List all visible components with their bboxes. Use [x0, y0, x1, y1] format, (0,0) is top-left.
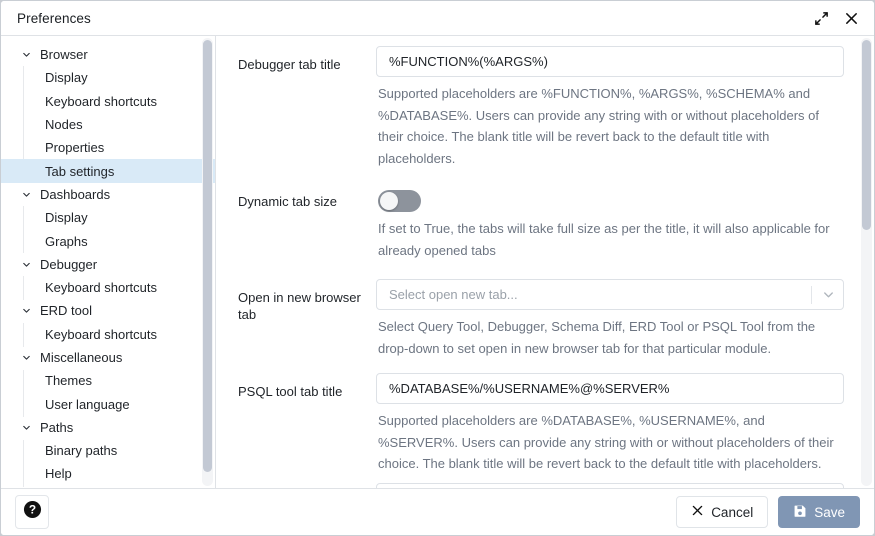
- field-query-tool-tab-title: Query tool tab title %DATABASE%/%USERNAM…: [226, 483, 844, 489]
- dynamic-tab-size-label: Dynamic tab size: [226, 183, 376, 210]
- sidebar-item-keyboard-shortcuts[interactable]: Keyboard shortcuts: [1, 90, 215, 113]
- sidebar-item-label: Debugger: [40, 257, 97, 272]
- dialog-title: Preferences: [17, 11, 806, 26]
- query-tool-tab-title-label: Query tool tab title: [226, 483, 376, 489]
- sidebar-item-display[interactable]: Display: [1, 66, 215, 89]
- cancel-button[interactable]: Cancel: [676, 496, 768, 528]
- dialog-titlebar: Preferences: [1, 1, 874, 36]
- cancel-button-label: Cancel: [711, 505, 753, 520]
- sidebar-item-label: Paths: [40, 420, 73, 435]
- sidebar-item-label: Properties: [45, 140, 104, 155]
- sidebar-item-dashboards[interactable]: Dashboards: [1, 183, 215, 206]
- sidebar-item-label: Binary paths: [45, 443, 117, 458]
- chevron-down-icon[interactable]: [813, 280, 843, 309]
- chevron-down-icon[interactable]: [18, 350, 34, 366]
- dialog-footer: ? Cancel Save: [1, 488, 874, 535]
- sidebar-item-display[interactable]: Display: [1, 206, 215, 229]
- open-in-new-browser-tab-help: Select Query Tool, Debugger, Schema Diff…: [376, 310, 844, 359]
- sidebar-item-label: User language: [45, 397, 130, 412]
- sidebar-item-help[interactable]: Help: [1, 462, 215, 485]
- psql-tool-tab-title-input[interactable]: %DATABASE%/%USERNAME%@%SERVER%: [376, 373, 844, 404]
- help-button[interactable]: ?: [15, 495, 49, 529]
- sidebar-item-label: Browser: [40, 47, 88, 62]
- sidebar-scrollbar[interactable]: [202, 38, 213, 486]
- sidebar-item-nodes[interactable]: Nodes: [1, 113, 215, 136]
- save-disk-icon: [793, 504, 807, 521]
- chevron-down-icon[interactable]: [18, 47, 34, 63]
- psql-tool-tab-title-label: PSQL tool tab title: [226, 373, 376, 400]
- open-in-new-browser-tab-label: Open in new browser tab: [226, 279, 376, 323]
- field-open-in-new-browser-tab: Open in new browser tab Select open new …: [226, 279, 844, 359]
- sidebar-item-label: Tab settings: [45, 164, 114, 179]
- sidebar-item-label: Dashboards: [40, 187, 110, 202]
- sidebar-scrollbar-thumb[interactable]: [203, 40, 212, 472]
- sidebar-item-label: Help: [45, 466, 72, 481]
- open-in-new-browser-tab-placeholder: Select open new tab...: [389, 287, 811, 302]
- field-psql-tool-tab-title: PSQL tool tab title %DATABASE%/%USERNAME…: [226, 373, 844, 475]
- field-dynamic-tab-size: Dynamic tab size If set to True, the tab…: [226, 183, 844, 261]
- main-scrollbar-thumb[interactable]: [862, 40, 871, 230]
- toggle-knob: [380, 192, 398, 210]
- select-separator: [811, 286, 812, 304]
- close-icon: [691, 504, 704, 520]
- preferences-dialog: Preferences Browser Display Keyboard short…: [0, 0, 875, 536]
- open-in-new-browser-tab-select[interactable]: Select open new tab...: [376, 279, 844, 310]
- chevron-down-icon[interactable]: [18, 419, 34, 435]
- chevron-down-icon[interactable]: [18, 303, 34, 319]
- expand-diagonal-icon[interactable]: [806, 5, 836, 31]
- save-button-label: Save: [814, 505, 845, 520]
- sidebar-item-browser[interactable]: Browser: [1, 43, 215, 66]
- sidebar-item-paths[interactable]: Paths: [1, 416, 215, 439]
- sidebar-item-keyboard-shortcuts[interactable]: Keyboard shortcuts: [1, 276, 215, 299]
- sidebar-item-miscellaneous[interactable]: Miscellaneous: [1, 346, 215, 369]
- svg-text:?: ?: [28, 503, 35, 517]
- close-icon[interactable]: [836, 5, 866, 31]
- sidebar-item-label: Miscellaneous: [40, 350, 122, 365]
- preferences-tree: Browser Display Keyboard shortcuts Nodes Pro…: [1, 36, 215, 486]
- main-scrollbar[interactable]: [861, 38, 872, 486]
- sidebar-item-graphs[interactable]: Graphs: [1, 229, 215, 252]
- sidebar-item-label: Nodes: [45, 117, 83, 132]
- sidebar-item-themes[interactable]: Themes: [1, 369, 215, 392]
- sidebar-item-label: Display: [45, 70, 88, 85]
- sidebar-item-label: Keyboard shortcuts: [45, 327, 157, 342]
- sidebar-item-label: Graphs: [45, 234, 88, 249]
- sidebar-item-tab-settings[interactable]: Tab settings: [1, 159, 215, 182]
- sidebar-item-debugger[interactable]: Debugger: [1, 253, 215, 276]
- save-button[interactable]: Save: [778, 496, 860, 528]
- sidebar-item-label: Themes: [45, 373, 92, 388]
- field-debugger-tab-title: Debugger tab title %FUNCTION%(%ARGS%) Su…: [226, 46, 844, 169]
- sidebar-item-erd-tool[interactable]: ERD tool: [1, 299, 215, 322]
- sidebar-item-label: Display: [45, 210, 88, 225]
- debugger-tab-title-input[interactable]: %FUNCTION%(%ARGS%): [376, 46, 844, 77]
- sidebar-item-properties[interactable]: Properties: [1, 136, 215, 159]
- question-mark-icon: ?: [23, 500, 42, 524]
- dynamic-tab-size-help: If set to True, the tabs will take full …: [376, 212, 844, 261]
- sidebar-item-binary-paths[interactable]: Binary paths: [1, 439, 215, 462]
- sidebar-item-label: Keyboard shortcuts: [45, 94, 157, 109]
- preferences-main-panel: Debugger tab title %FUNCTION%(%ARGS%) Su…: [216, 36, 874, 488]
- preferences-sidebar: Browser Display Keyboard shortcuts Nodes Pro…: [1, 36, 216, 488]
- sidebar-item-keyboard-shortcuts[interactable]: Keyboard shortcuts: [1, 323, 215, 346]
- sidebar-item-label: Keyboard shortcuts: [45, 280, 157, 295]
- debugger-tab-title-help: Supported placeholders are %FUNCTION%, %…: [376, 77, 844, 169]
- debugger-tab-title-label: Debugger tab title: [226, 46, 376, 73]
- chevron-down-icon[interactable]: [18, 186, 34, 202]
- dialog-body: Browser Display Keyboard shortcuts Nodes Pro…: [1, 36, 874, 488]
- dynamic-tab-size-toggle[interactable]: [378, 190, 421, 212]
- psql-tool-tab-title-help: Supported placeholders are %DATABASE%, %…: [376, 404, 844, 475]
- query-tool-tab-title-input[interactable]: %DATABASE%/%USERNAME%@%SERVER%: [376, 483, 844, 489]
- sidebar-item-user-language[interactable]: User language: [1, 392, 215, 415]
- chevron-down-icon[interactable]: [18, 256, 34, 272]
- sidebar-item-label: ERD tool: [40, 303, 92, 318]
